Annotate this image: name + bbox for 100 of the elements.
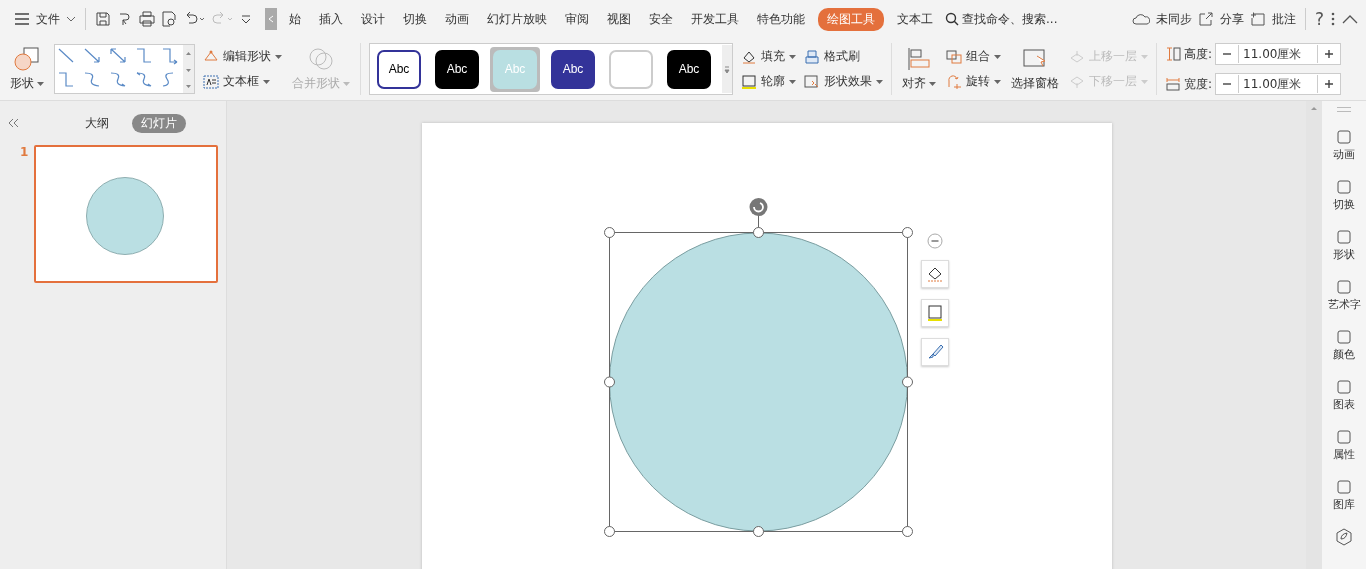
ribbon-tab[interactable]: 始 — [284, 7, 306, 31]
menu-icon[interactable] — [14, 13, 30, 25]
sidebar-button[interactable]: 艺术字 — [1327, 278, 1361, 312]
sidebar-button[interactable]: 形状 — [1333, 228, 1355, 262]
ribbon-tab[interactable]: 文本工 — [892, 7, 938, 31]
caret-icon — [1141, 79, 1148, 84]
caret-icon — [876, 79, 883, 84]
shape-button[interactable]: 形状 — [8, 44, 46, 94]
edit-points-icon — [203, 49, 219, 64]
group-button[interactable]: 组合 — [946, 48, 1001, 65]
caret-icon — [263, 79, 270, 84]
layers-icon — [1069, 49, 1085, 64]
shape-effects-button[interactable]: 形状效果 — [804, 73, 883, 90]
ribbon-tab[interactable]: 安全 — [644, 7, 678, 31]
outline-icon — [741, 74, 757, 89]
help-button[interactable]: ? — [1314, 9, 1324, 29]
width-icon — [1165, 76, 1181, 92]
outline-button[interactable]: 轮廓 — [741, 73, 796, 90]
outline-icon — [925, 304, 944, 322]
tool-icon — [1335, 178, 1353, 196]
caret-icon — [275, 54, 282, 59]
selection-pane-label: 选择窗格 — [1011, 75, 1059, 92]
width-spinner[interactable]: 11.00厘米 — [1215, 73, 1342, 95]
ribbon-tab[interactable]: 视图 — [602, 7, 636, 31]
ribbon-tab[interactable]: 切换 — [398, 7, 432, 31]
overlapping-circles-icon — [307, 46, 335, 72]
panel-tab[interactable]: 幻灯片 — [132, 113, 186, 133]
comment-icon[interactable] — [1249, 12, 1266, 26]
caret-icon — [929, 81, 936, 86]
sidebar-label: 动画 — [1333, 147, 1355, 162]
fill-button[interactable] — [920, 260, 949, 288]
line-gallery[interactable] — [54, 44, 195, 94]
width-label: 宽度: — [1184, 75, 1213, 93]
panel-tab[interactable]: 大纲 — [76, 113, 118, 133]
caret-icon — [1141, 54, 1148, 59]
comment-button[interactable]: 批注 — [1271, 10, 1296, 28]
text-box-icon — [203, 74, 219, 89]
sidebar-button[interactable]: 颜色 — [1333, 328, 1355, 362]
ribbon-tab[interactable]: 幻灯片放映 — [482, 7, 552, 31]
collapse-icon[interactable] — [926, 233, 943, 249]
sidebar-button[interactable]: 图库 — [1333, 478, 1355, 512]
collapse-icon[interactable] — [1342, 14, 1358, 24]
sidebar-label: 属性 — [1333, 447, 1355, 462]
export-icon[interactable] — [117, 11, 133, 27]
preview-icon[interactable] — [161, 11, 177, 27]
ribbon-tab[interactable]: 动画 — [440, 7, 474, 31]
align-label: 对齐 — [902, 75, 926, 92]
height-label: 高度: — [1184, 45, 1213, 63]
save-icon[interactable] — [95, 11, 111, 27]
paint-bucket-icon — [741, 49, 757, 64]
rotate-button[interactable]: 旋转 — [946, 73, 1001, 90]
sidebar-label: 颜色 — [1333, 347, 1355, 362]
height-spinner[interactable]: 11.00厘米 — [1215, 43, 1342, 65]
caret-icon — [994, 54, 1001, 59]
gallery-scrollbar[interactable] — [183, 45, 194, 93]
edit-shape-button[interactable]: 编辑形状 — [203, 48, 282, 65]
sync-status[interactable]: 未同步 — [1155, 10, 1192, 28]
format-painter-icon — [804, 49, 820, 64]
share-button[interactable]: 分享 — [1219, 10, 1244, 28]
sidebar-label: 切换 — [1333, 197, 1355, 212]
sidebar-label: 图表 — [1333, 397, 1355, 412]
slide-number: 1 — [20, 145, 29, 161]
tool-icon — [1335, 328, 1353, 346]
outline-button[interactable] — [920, 299, 949, 327]
align-button[interactable]: 对齐 — [900, 44, 938, 94]
shapes-icon — [13, 46, 41, 72]
scrollbar[interactable] — [1306, 101, 1322, 569]
group-icon — [946, 49, 962, 64]
selection-pane-button[interactable]: 选择窗格 — [1009, 44, 1061, 94]
ribbon-tab[interactable]: 设计 — [356, 7, 390, 31]
caret-icon — [37, 81, 44, 86]
shape-label: 形状 — [10, 75, 34, 92]
ribbon-tab[interactable]: 特色功能 — [752, 7, 810, 31]
sidebar-button[interactable]: 图表 — [1333, 378, 1355, 412]
ribbon-tab[interactable]: 开发工具 — [686, 7, 744, 31]
sidebar-label: 图库 — [1333, 497, 1355, 512]
format-painter-button[interactable]: 格式刷 — [804, 48, 883, 65]
search-icon — [945, 12, 959, 26]
cloud-icon[interactable] — [1131, 12, 1150, 26]
brush-button[interactable] — [920, 338, 949, 366]
fill-button[interactable]: 填充 — [741, 48, 796, 65]
file-menu[interactable]: 文件 — [36, 10, 60, 28]
grip-icon[interactable] — [1337, 107, 1351, 112]
gallery-scrollbar[interactable] — [722, 45, 732, 93]
slide-thumbnail[interactable] — [34, 145, 219, 283]
sidebar-button[interactable]: 属性 — [1333, 428, 1355, 462]
share-icon[interactable] — [1197, 12, 1214, 26]
customize-icon[interactable] — [239, 12, 253, 26]
chevron-icon[interactable] — [66, 15, 76, 23]
text-box-button[interactable]: 文本框 — [203, 73, 282, 90]
caret-icon — [789, 79, 796, 84]
ribbon-tab[interactable]: 插入 — [314, 7, 348, 31]
collapse-panel-icon[interactable] — [8, 118, 20, 128]
search-field[interactable]: 查找命令、搜索... — [945, 12, 1080, 26]
sidebar-button[interactable]: 动画 — [1333, 128, 1355, 162]
print-icon[interactable] — [139, 11, 155, 27]
more-icon[interactable] — [1330, 11, 1336, 27]
sidebar-button[interactable]: 切换 — [1333, 178, 1355, 212]
effects-icon — [804, 74, 820, 89]
ribbon-tab[interactable]: 审阅 — [560, 7, 594, 31]
